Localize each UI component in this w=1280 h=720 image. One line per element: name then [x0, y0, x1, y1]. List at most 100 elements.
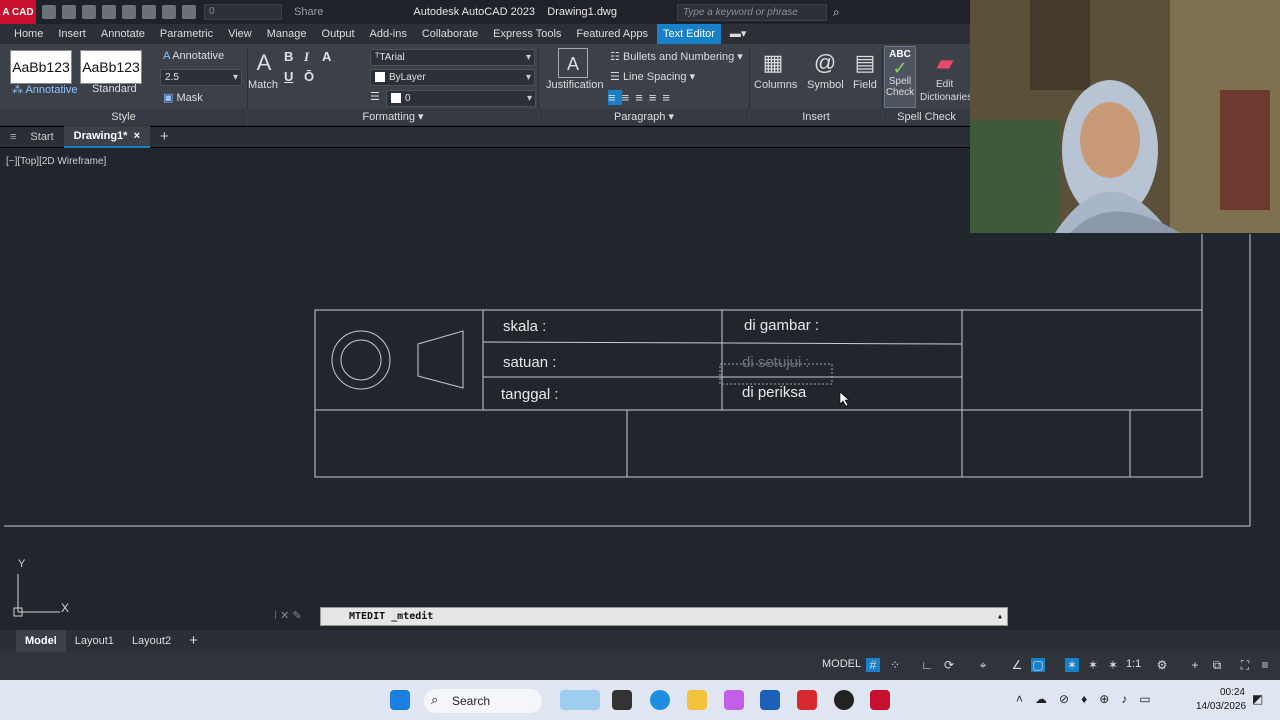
- grid-icon[interactable]: #: [866, 658, 880, 672]
- copilot-icon[interactable]: [724, 690, 744, 710]
- command-line-controls[interactable]: ⁞ ✕ ✎: [274, 609, 302, 622]
- chevron-up-icon[interactable]: ˄: [1016, 692, 1035, 706]
- plus-icon[interactable]: +: [1188, 658, 1202, 672]
- capcut-icon[interactable]: [834, 690, 854, 710]
- save-icon[interactable]: [82, 5, 96, 19]
- osnap-icon[interactable]: ⌖: [976, 658, 990, 672]
- taskbar-search[interactable]: Search: [424, 689, 542, 713]
- tab-insert[interactable]: Insert: [52, 24, 92, 44]
- language-icon[interactable]: ⊕: [1099, 692, 1121, 706]
- layer-icon[interactable]: [182, 5, 196, 19]
- tab-home[interactable]: Home: [8, 24, 49, 44]
- ortho-icon[interactable]: ∟: [920, 658, 934, 672]
- style-sample-standard[interactable]: AaBb123: [80, 50, 142, 84]
- tab-parametric[interactable]: Parametric: [154, 24, 219, 44]
- workspace-toggle-icon[interactable]: ▬▾: [724, 24, 753, 44]
- spell-check-button[interactable]: ABC ✓ Spell Check: [884, 46, 916, 108]
- tab-collaborate[interactable]: Collaborate: [416, 24, 484, 44]
- tab-output[interactable]: Output: [316, 24, 361, 44]
- print-icon[interactable]: [122, 5, 136, 19]
- color-select[interactable]: ByLayer: [370, 69, 535, 86]
- wps-icon[interactable]: [797, 690, 817, 710]
- columns-button[interactable]: Columns: [754, 79, 797, 91]
- tab-drawing1[interactable]: Drawing1* ×: [63, 126, 151, 148]
- store-icon[interactable]: [760, 690, 780, 710]
- save-as-icon[interactable]: [102, 5, 116, 19]
- gear-icon[interactable]: ⚙: [1155, 658, 1169, 672]
- justification-icon[interactable]: A: [558, 48, 588, 78]
- tab-layout2[interactable]: Layout2: [123, 630, 180, 652]
- match-button[interactable]: Match: [248, 79, 278, 91]
- tab-layout1[interactable]: Layout1: [66, 630, 123, 652]
- task-view-icon[interactable]: [612, 690, 632, 710]
- cloud-icon[interactable]: ☁: [1035, 692, 1059, 706]
- command-history-icon[interactable]: ▴: [997, 608, 1003, 625]
- edit-dictionaries-label-1[interactable]: Edit: [936, 79, 953, 90]
- clock-date[interactable]: 14/03/2026: [1196, 701, 1246, 712]
- autocad-taskbar-icon[interactable]: [870, 690, 890, 710]
- bullets-button[interactable]: ☷ Bullets and Numbering ▾: [610, 50, 743, 63]
- notification-icon[interactable]: ◩: [1252, 692, 1263, 706]
- new-file-icon[interactable]: [42, 5, 56, 19]
- network-icon[interactable]: ⊘: [1059, 692, 1081, 706]
- model-space-button[interactable]: MODEL: [822, 658, 861, 670]
- battery-icon[interactable]: ▭: [1139, 692, 1162, 706]
- command-line[interactable]: MTEDIT _mtedit ▴: [320, 607, 1008, 626]
- edge-icon[interactable]: [650, 690, 670, 710]
- symbol-button[interactable]: Symbol: [807, 79, 844, 91]
- tab-manage[interactable]: Manage: [261, 24, 313, 44]
- microphone-icon[interactable]: ♦: [1081, 692, 1099, 706]
- justification-button[interactable]: Justification: [546, 79, 603, 91]
- fullscreen-icon[interactable]: ⛶: [1238, 658, 1252, 672]
- label-di-periksa[interactable]: di periksa: [742, 384, 806, 401]
- columns-icon[interactable]: ▦: [758, 48, 788, 78]
- tab-text-editor[interactable]: Text Editor: [656, 24, 721, 44]
- share-button[interactable]: Share: [294, 6, 323, 18]
- redo-icon[interactable]: [162, 5, 176, 19]
- align-right-icon[interactable]: ≡: [635, 90, 649, 105]
- justify-icon[interactable]: ≡: [649, 90, 663, 105]
- tab-featured-apps[interactable]: Featured Apps: [570, 24, 654, 44]
- help-search-input[interactable]: Type a keyword or phrase: [677, 3, 827, 21]
- formatting-panel-title[interactable]: Formatting ▾: [248, 109, 538, 125]
- font-select[interactable]: ᵀTArial: [370, 49, 535, 66]
- viewport-controls[interactable]: [−][Top][2D Wireframe]: [6, 156, 106, 167]
- tab-start[interactable]: Start: [20, 127, 63, 147]
- symbol-icon[interactable]: @: [810, 48, 840, 78]
- open-file-icon[interactable]: [62, 5, 76, 19]
- tab-view[interactable]: View: [222, 24, 258, 44]
- overline-button[interactable]: Ō: [304, 69, 314, 84]
- auto-scale-icon[interactable]: ✶: [1086, 658, 1100, 672]
- field-icon[interactable]: ▤: [850, 48, 880, 78]
- annotation-visibility-icon[interactable]: ✶: [1065, 658, 1079, 672]
- align-center-icon[interactable]: ≡: [622, 90, 636, 105]
- bold-button[interactable]: B: [284, 49, 293, 64]
- alignment-buttons[interactable]: ≡≡≡≡≡: [608, 90, 676, 105]
- annotation-scale-value[interactable]: 1:1: [1126, 658, 1141, 670]
- italic-button[interactable]: I: [304, 49, 309, 65]
- volume-icon[interactable]: ♪: [1121, 692, 1139, 706]
- layer-dropdown[interactable]: 0: [204, 4, 282, 20]
- style-sample-annotative[interactable]: AaBb123: [10, 50, 72, 84]
- new-tab-button[interactable]: +: [150, 127, 179, 147]
- system-tray[interactable]: ˄☁⊘♦⊕♪▭: [1016, 692, 1163, 706]
- annotation-scale-icon[interactable]: ✶: [1106, 658, 1120, 672]
- tab-add-ins[interactable]: Add-ins: [364, 24, 413, 44]
- label-di-setujui[interactable]: di setujui :: [742, 354, 810, 371]
- wrench-icon[interactable]: ✎: [292, 610, 301, 622]
- tab-annotate[interactable]: Annotate: [95, 24, 151, 44]
- clock-time[interactable]: 00:24: [1215, 687, 1245, 698]
- close-icon[interactable]: ×: [134, 130, 140, 142]
- distribute-icon[interactable]: ≡: [662, 90, 676, 105]
- dictionary-icon[interactable]: ▰: [930, 48, 960, 78]
- strikethrough-icon[interactable]: A: [322, 49, 331, 64]
- customization-menu-icon[interactable]: ≡: [1258, 658, 1272, 672]
- snap-icon[interactable]: ⁘: [888, 658, 902, 672]
- line-spacing-button[interactable]: ☰ Line Spacing ▾: [610, 70, 695, 83]
- paragraph-panel-title[interactable]: Paragraph ▾: [539, 109, 749, 125]
- mask-button[interactable]: ▣ Mask: [163, 91, 203, 104]
- otrack-icon[interactable]: ∠: [1010, 658, 1024, 672]
- underline-button[interactable]: U: [284, 69, 293, 84]
- match-properties-icon[interactable]: A: [249, 48, 279, 78]
- field-button[interactable]: Field: [853, 79, 877, 91]
